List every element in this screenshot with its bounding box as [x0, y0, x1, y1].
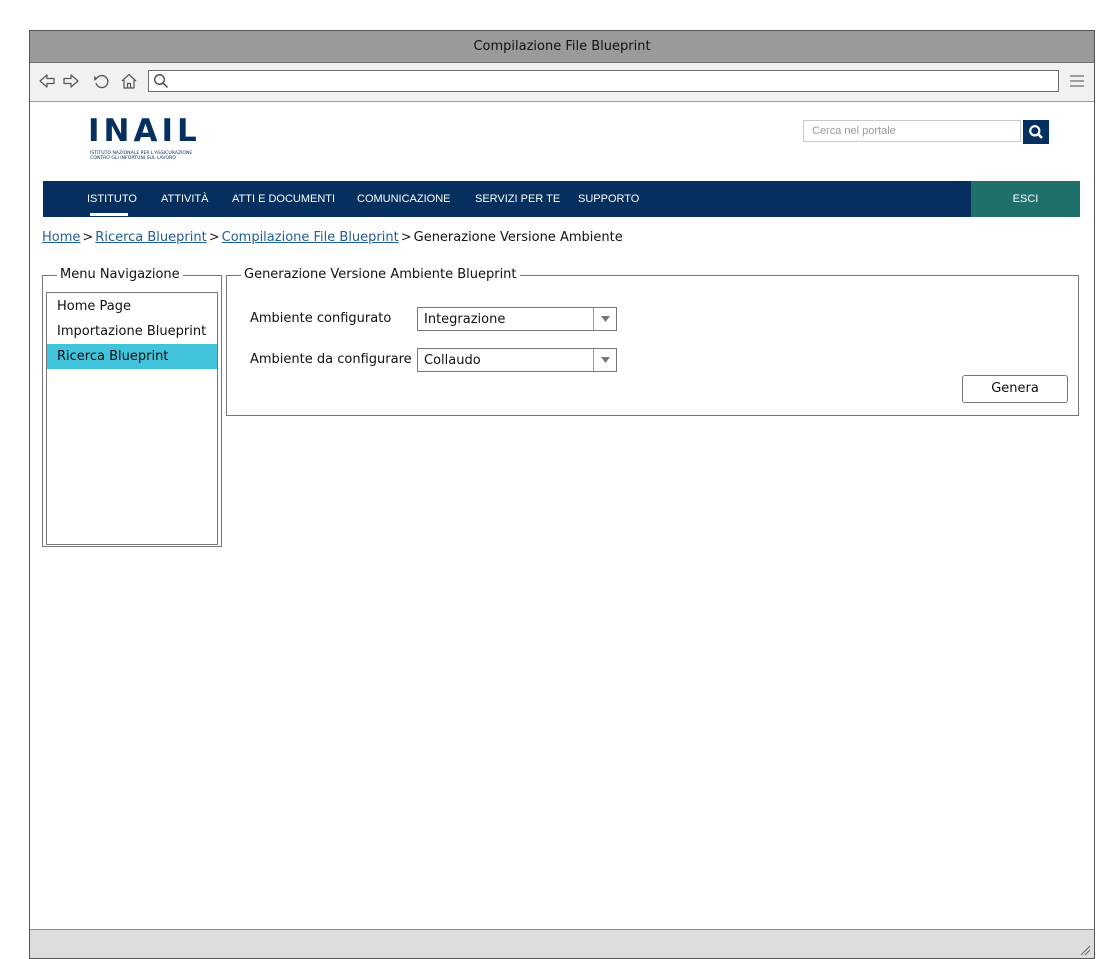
breadcrumb: Home > Ricerca Blueprint > Compilazione File… — [42, 230, 623, 245]
menu-icon[interactable] — [1069, 74, 1085, 88]
sidebar-item-home-page[interactable]: Home Page — [47, 294, 217, 319]
address-bar[interactable] — [148, 70, 1059, 92]
search-icon — [154, 74, 168, 88]
window-title: Compilazione File Blueprint — [30, 31, 1094, 63]
sidebar-item-ricerca-blueprint[interactable]: Ricerca Blueprint — [47, 344, 217, 369]
search-icon — [1029, 125, 1043, 139]
ambiente-da-configurare-value: Collaudo — [424, 353, 481, 368]
breadcrumb-separator: > — [82, 230, 94, 245]
generation-form-panel: Generazione Versione Ambiente Blueprint … — [226, 267, 1079, 416]
back-arrow-icon[interactable] — [38, 72, 56, 90]
navigation-menu-panel: Menu Navigazione Home Page Importazione … — [42, 267, 222, 547]
main-navigation: ISTITUTO ATTIVITÀ ATTI E DOCUMENTI COMUN… — [43, 181, 1080, 217]
portal-search-input[interactable]: Cerca nel portale — [803, 120, 1021, 142]
browser-window: Compilazione File Blueprint INAIL ISTITU… — [29, 30, 1095, 959]
menu-item-istituto[interactable]: ISTITUTO — [87, 181, 137, 217]
logo-subtitle-2: CONTRO GLI INFORTUNI SUL LAVORO — [90, 155, 176, 161]
navigation-menu-legend: Menu Navigazione — [57, 267, 183, 283]
active-menu-indicator — [90, 213, 128, 216]
breadcrumb-separator: > — [208, 230, 220, 245]
forward-arrow-icon[interactable] — [62, 72, 80, 90]
reload-icon[interactable] — [92, 72, 110, 90]
select-divider — [593, 349, 594, 371]
breadcrumb-link-home[interactable]: Home — [42, 230, 80, 245]
ambiente-configurato-label: Ambiente configurato — [250, 311, 392, 326]
logo-text: INAIL — [88, 113, 201, 149]
breadcrumb-separator: > — [400, 230, 412, 245]
sidebar-item-importazione-blueprint[interactable]: Importazione Blueprint — [47, 319, 217, 344]
ambiente-da-configurare-select[interactable]: Collaudo — [417, 348, 617, 372]
inail-logo[interactable]: INAIL ISTITUTO NAZIONALE PER L'ASSICURAZ… — [88, 111, 228, 169]
breadcrumb-link-compilazione-file-blueprint[interactable]: Compilazione File Blueprint — [222, 230, 399, 245]
menu-item-atti-e-documenti[interactable]: ATTI E DOCUMENTI — [232, 181, 335, 217]
home-icon[interactable] — [120, 72, 138, 90]
chevron-down-icon — [601, 316, 610, 322]
genera-button[interactable]: Genera — [962, 375, 1068, 403]
search-placeholder: Cerca nel portale — [812, 125, 896, 137]
menu-item-supporto[interactable]: SUPPORTO — [578, 181, 639, 217]
breadcrumb-link-ricerca-blueprint[interactable]: Ricerca Blueprint — [95, 230, 206, 245]
browser-toolbar — [30, 63, 1094, 102]
resize-grip-icon[interactable] — [1079, 944, 1091, 956]
logout-button[interactable]: ESCI — [971, 181, 1080, 217]
select-divider — [593, 308, 594, 330]
breadcrumb-current: Generazione Versione Ambiente — [413, 230, 623, 245]
ambiente-configurato-select[interactable]: Integrazione — [417, 307, 617, 331]
chevron-down-icon — [601, 357, 610, 363]
status-bar — [30, 929, 1094, 958]
menu-item-servizi-per-te[interactable]: SERVIZI PER TE — [475, 181, 560, 217]
menu-item-comunicazione[interactable]: COMUNICAZIONE — [357, 181, 451, 217]
ambiente-da-configurare-label: Ambiente da configurare — [250, 352, 412, 367]
menu-item-attivita[interactable]: ATTIVITÀ — [161, 181, 208, 217]
navigation-menu-list: Home Page Importazione Blueprint Ricerca… — [46, 292, 218, 545]
portal-search-button[interactable] — [1023, 120, 1049, 144]
ambiente-configurato-value: Integrazione — [424, 312, 506, 327]
generation-form-legend: Generazione Versione Ambiente Blueprint — [241, 267, 520, 283]
